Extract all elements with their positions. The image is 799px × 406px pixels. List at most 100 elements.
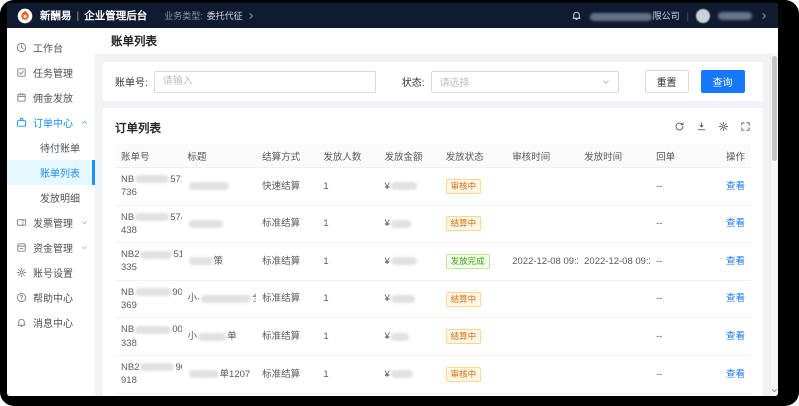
table-cell xyxy=(650,393,706,396)
sidebar-item-account-settings[interactable]: 账号设置 xyxy=(7,260,95,285)
scrollbar-down-arrow[interactable] xyxy=(771,387,778,394)
table-row: NB57478438标准结算1¥结算中--查看 xyxy=(115,205,751,243)
fullscreen-icon xyxy=(740,121,751,132)
scrollbar-thumb[interactable] xyxy=(772,56,777,161)
sidebar-item-tasks[interactable]: 任务管理 xyxy=(7,60,95,85)
redacted-text-block xyxy=(391,295,415,303)
bill-no-input[interactable] xyxy=(154,71,376,93)
vertical-scrollbar[interactable] xyxy=(770,53,778,396)
review-time: 2022-12-08 09:27:40 xyxy=(512,256,578,267)
receipt-placeholder: -- xyxy=(656,218,662,229)
table-cell: 小·全 xyxy=(182,280,257,318)
redacted-text-block xyxy=(140,363,174,371)
bill-title: 策 xyxy=(188,256,224,267)
bill-title xyxy=(188,218,224,229)
table-cell: 查看 xyxy=(706,205,751,243)
chevron-down-icon xyxy=(771,387,778,394)
refresh-toolbar-button[interactable] xyxy=(674,119,685,137)
chevron-right-icon xyxy=(247,12,255,20)
brand-divider: | xyxy=(77,10,80,22)
sidebar-item-label: 账号设置 xyxy=(33,265,73,280)
sidebar-item-label: 发票管理 xyxy=(33,215,73,230)
receipt-placeholder: -- xyxy=(656,293,662,304)
download-icon xyxy=(696,121,707,132)
table-cell: 1 xyxy=(317,168,378,206)
bill-title: 小单 xyxy=(188,331,237,342)
sidebar-subitem-bill-list[interactable]: 账单列表 xyxy=(7,160,95,185)
gear-toolbar-button[interactable] xyxy=(718,119,729,137)
view-link[interactable]: 查看 xyxy=(726,218,745,229)
table-cell xyxy=(182,205,257,243)
redacted-text-block xyxy=(391,333,409,341)
table-cell xyxy=(578,280,650,318)
sidebar-item-help-center[interactable]: 帮助中心 xyxy=(7,285,95,310)
sidebar-item-label: 帮助中心 xyxy=(33,290,73,305)
brand-title: 新酬易 | 企业管理后台 xyxy=(40,8,147,23)
sidebar-subitem-grant-details[interactable]: 发放明细 xyxy=(7,185,95,210)
sidebar-item-workbench[interactable]: 工作台 xyxy=(7,35,95,60)
table-cell: NB9498277 xyxy=(115,393,182,396)
column-header: 结算方式 xyxy=(256,144,317,168)
sidebar-item-funds[interactable]: 资金管理 xyxy=(7,235,95,260)
table-cell: 标准结算 xyxy=(256,318,317,356)
redacted-text-block xyxy=(391,220,411,228)
redacted-text-block xyxy=(135,288,171,296)
task-icon xyxy=(16,67,27,78)
screenshot-frame: 新酬易 | 企业管理后台 业务类型: 委托代征 限公司 | 工作台任务管理佣金发… xyxy=(0,0,799,406)
header-divider: | xyxy=(687,11,689,21)
table-cell: 查看 xyxy=(706,393,751,396)
sidebar-item-orders[interactable]: 订单中心 xyxy=(7,110,95,135)
table-cell: ¥ xyxy=(379,393,440,396)
content-cards: 账单号: 状态: 请选择 重置 查询 xyxy=(95,55,778,396)
table-cell: ¥ xyxy=(379,355,440,393)
fullscreen-toolbar-button[interactable] xyxy=(740,119,751,137)
sidebar-item-label: 资金管理 xyxy=(33,240,73,255)
people-count: 1 xyxy=(323,293,328,304)
business-type-label: 业务类型: xyxy=(164,9,203,22)
view-link[interactable]: 查看 xyxy=(726,293,745,304)
sidebar-subitem-label: 账单列表 xyxy=(40,165,80,180)
chevron-up-icon xyxy=(81,119,88,126)
sidebar-item-message-center[interactable]: 消息中心 xyxy=(7,310,95,335)
app-title: 企业管理后台 xyxy=(84,8,147,23)
chevron-right-icon[interactable] xyxy=(760,12,768,20)
view-link[interactable]: 查看 xyxy=(726,181,745,192)
people-count: 1 xyxy=(323,256,328,267)
sidebar-subitem-label: 待付账单 xyxy=(40,140,80,155)
table-toolbar: 订单列表 xyxy=(115,116,751,140)
table-cell: -- xyxy=(650,280,706,318)
invoice-icon xyxy=(16,217,27,228)
table-cell: 1 xyxy=(317,355,378,393)
redacted-text-block xyxy=(198,333,226,341)
reset-button[interactable]: 重置 xyxy=(645,70,689,93)
sidebar-subitem-pending-bills[interactable]: 待付账单 xyxy=(7,135,95,160)
status-select[interactable]: 请选择 xyxy=(431,71,619,93)
business-type-switcher[interactable]: 业务类型: 委托代征 xyxy=(164,9,255,22)
bill-no-label: 账单号: xyxy=(115,74,148,89)
column-header: 账单号 xyxy=(115,144,182,168)
redacted-text-block xyxy=(391,257,417,265)
view-link[interactable]: 查看 xyxy=(726,256,745,267)
filter-bar: 账单号: 状态: 请选择 重置 查询 xyxy=(103,62,763,101)
sidebar-item-label: 任务管理 xyxy=(33,65,73,80)
redacted-text-block xyxy=(391,370,413,378)
redacted-text-block xyxy=(201,295,251,303)
receipt-placeholder: -- xyxy=(656,331,662,342)
bell-icon xyxy=(16,317,27,328)
search-button[interactable]: 查询 xyxy=(701,70,745,93)
redacted-text-block xyxy=(135,213,169,221)
download-toolbar-button[interactable] xyxy=(696,119,707,137)
view-link[interactable]: 查看 xyxy=(726,369,745,380)
username-redacted xyxy=(718,12,752,20)
user-avatar[interactable] xyxy=(696,9,710,23)
page-title: 账单列表 xyxy=(111,33,157,49)
notification-bell-icon[interactable] xyxy=(571,10,582,21)
sidebar-item-invoices[interactable]: 发票管理 xyxy=(7,210,95,235)
status-badge: 审核中 xyxy=(446,367,482,382)
redacted-text-block xyxy=(189,220,223,228)
amount: ¥ xyxy=(385,256,418,267)
view-link[interactable]: 查看 xyxy=(726,331,745,342)
table-row: NB9498277演示标准结算3¥结算中查看 xyxy=(115,393,751,396)
sidebar-item-commission[interactable]: 佣金发放 xyxy=(7,85,95,110)
chevron-down-icon xyxy=(602,78,610,86)
